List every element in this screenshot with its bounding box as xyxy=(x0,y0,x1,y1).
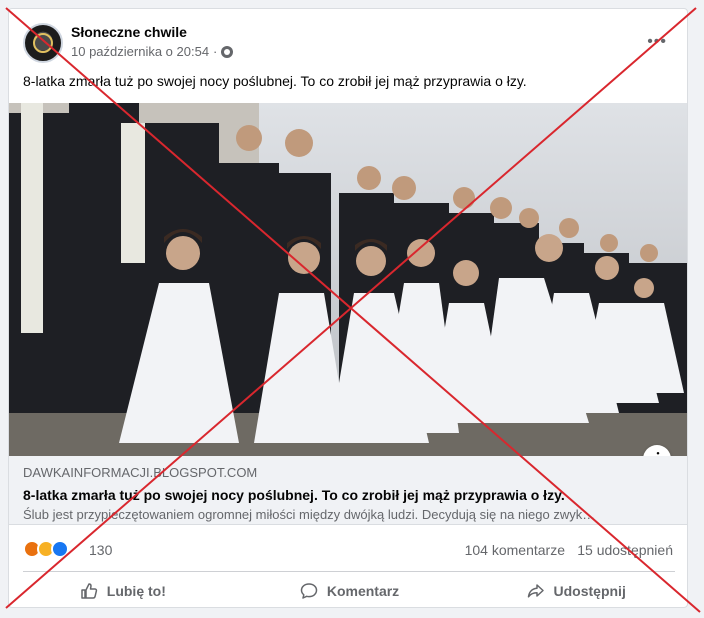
like-button[interactable]: Lubię to! xyxy=(9,575,236,607)
post-meta: 10 października o 20:54 · xyxy=(71,44,234,59)
thumbs-up-icon xyxy=(81,583,97,599)
avatar-logo xyxy=(33,33,53,53)
share-count[interactable]: 15 udostępnień xyxy=(577,542,673,558)
post-date[interactable]: 10 października o 20:54 xyxy=(71,44,209,59)
share-label: Udostępnij xyxy=(553,583,626,599)
meta-separator: · xyxy=(213,44,218,59)
share-button[interactable]: Udostępnij xyxy=(462,575,687,607)
more-dots-icon[interactable]: ••• xyxy=(647,33,667,51)
photo-illustration xyxy=(9,103,687,456)
page-name-link[interactable]: Słoneczne chwile xyxy=(71,24,187,40)
post-header: Słoneczne chwile 10 października o 20:54… xyxy=(9,9,687,71)
share-icon xyxy=(527,584,544,598)
link-title: 8-latka zmarła tuż po swojej nocy poślub… xyxy=(23,487,565,503)
reaction-count[interactable]: 130 xyxy=(89,542,112,558)
post-stats: 130 104 komentarze 15 udostępnień xyxy=(9,535,687,563)
link-preview[interactable]: DAWKAINFORMACJI.BLOGSPOT.COM 8-latka zma… xyxy=(9,456,687,525)
link-description: Ślub jest przypieczętowaniem ogromnej mi… xyxy=(23,507,596,522)
globe-icon xyxy=(221,45,234,58)
comment-label: Komentarz xyxy=(326,583,400,599)
like-reaction-icon xyxy=(51,540,69,558)
action-bar: Lubię to! Komentarz Udostępnij xyxy=(9,575,687,607)
post-text: 8-latka zmarła tuż po swojej nocy poślub… xyxy=(23,73,527,89)
like-label: Lubię to! xyxy=(106,583,166,599)
reactions-summary[interactable] xyxy=(23,540,69,558)
comment-button[interactable]: Komentarz xyxy=(236,575,463,607)
link-domain: DAWKAINFORMACJI.BLOGSPOT.COM xyxy=(23,465,258,480)
comment-icon xyxy=(300,583,318,599)
page-avatar[interactable] xyxy=(23,23,63,63)
divider xyxy=(23,571,675,572)
post-card: Słoneczne chwile 10 października o 20:54… xyxy=(8,8,688,608)
post-photo[interactable] xyxy=(9,103,687,456)
comment-count[interactable]: 104 komentarze xyxy=(465,542,565,558)
